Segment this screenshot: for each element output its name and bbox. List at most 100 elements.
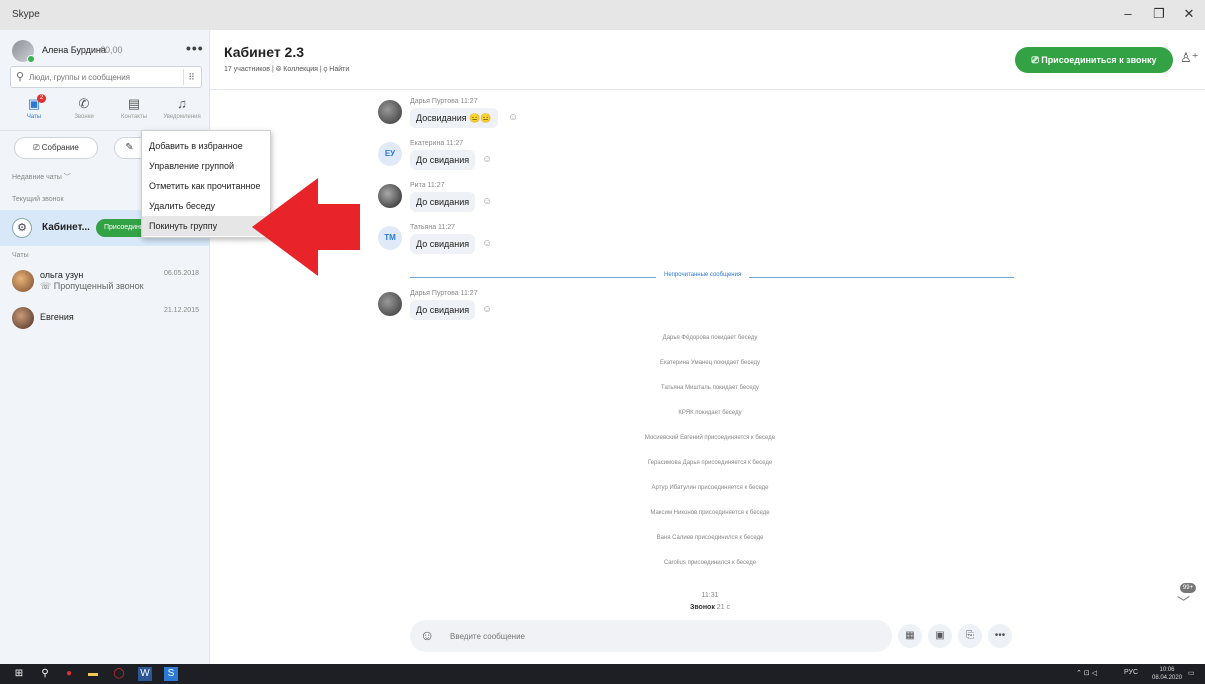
contacts-icon: ▤	[127, 96, 141, 111]
recent-chats-label[interactable]: Недавние чаты ﹀	[12, 172, 71, 182]
avatar: ТМ	[378, 226, 402, 250]
message-text[interactable]: Досвидания 😑😑	[410, 108, 498, 128]
divider	[210, 89, 1205, 90]
system-message: Carolius присоединился к беседе	[663, 560, 757, 566]
more-options-button[interactable]: •••	[186, 40, 204, 56]
message-text[interactable]: До свидания	[410, 150, 476, 170]
chat-date: 06.05.2018	[163, 270, 199, 277]
reaction-icon[interactable]: ☺	[482, 238, 492, 249]
profile-credit: €0,00	[100, 45, 123, 55]
chat-meta[interactable]: 17 участников | ⦾ Коллекция | ⚲ Найти	[224, 66, 349, 74]
yandex-browser-icon[interactable]: ●	[62, 667, 76, 681]
meeting-label: Собрание	[41, 143, 79, 152]
tab-label: Звонки	[74, 114, 94, 120]
current-call-name: Кабинет...	[42, 222, 90, 233]
page-title[interactable]: Кабинет 2.3	[224, 44, 304, 60]
call-event: Звонок 21 с	[510, 604, 910, 611]
chat-preview: ☏ Пропущенный звонок	[40, 281, 144, 291]
message-text[interactable]: До свидания	[410, 192, 476, 212]
media-gallery-icon[interactable]: ▦	[898, 624, 922, 648]
new-chat-button[interactable]: ✎	[114, 137, 144, 159]
unread-label: Непрочитанные сообщения	[656, 272, 750, 278]
phone-icon: ✆	[78, 96, 90, 111]
avatar	[12, 270, 34, 292]
avatar	[12, 307, 34, 329]
reaction-icon[interactable]: ☺	[482, 154, 492, 165]
maximize-button[interactable]: ❐	[1148, 6, 1170, 22]
tab-contacts[interactable]: ▤ Контакты	[110, 96, 158, 126]
dialpad-icon[interactable]: ⠿	[183, 69, 199, 85]
list-item[interactable]: Евгения 21.12.2015	[0, 301, 209, 335]
message-composer: ☺	[410, 620, 892, 652]
more-options-icon[interactable]: •••	[988, 624, 1012, 648]
sidebar: Алена Бурдина €0,00 ••• ⚲ ⠿ ▣ 2 Чаты ✆ З…	[0, 30, 210, 664]
online-status-icon	[27, 55, 35, 63]
skype-icon[interactable]: S	[164, 667, 178, 681]
notifications-icon[interactable]: ▭	[1188, 669, 1195, 677]
group-avatar-icon: ⚙	[12, 218, 32, 238]
call-event-label: Звонок	[689, 604, 715, 611]
video-icon: ⎚	[33, 143, 42, 152]
tab-notifications[interactable]: ♫ Уведомления	[158, 96, 206, 126]
tab-label: Уведомления	[163, 114, 201, 120]
reaction-icon[interactable]: ☺	[508, 112, 518, 123]
avatar	[378, 184, 402, 208]
red-arrow-icon	[252, 178, 360, 276]
current-call-label: Текущий звонок	[12, 196, 64, 203]
clock-time: 10:06	[1159, 667, 1175, 673]
system-message: Татьяна Мишталь покидает беседу	[661, 385, 759, 391]
opera-icon[interactable]: ◯	[112, 667, 126, 681]
add-person-icon[interactable]: ♙⁺	[1180, 50, 1199, 66]
taskbar: ⊞ ⚲ ● ▬ ◯ W S ⌃ ⊡ ◁ РУС 10:06 08.04.2020…	[0, 664, 1205, 684]
bell-icon: ♫	[177, 96, 187, 111]
minimize-button[interactable]: –	[1117, 6, 1139, 21]
taskbar-clock[interactable]: 10:06 08.04.2020	[1152, 666, 1182, 682]
search-icon: ⚲	[16, 71, 25, 83]
menu-item-leave-group[interactable]: Покинуть группу	[142, 216, 270, 236]
search-box[interactable]: ⚲ ⠿	[10, 66, 202, 88]
tab-calls[interactable]: ✆ Звонки	[60, 96, 108, 126]
avatar	[378, 292, 402, 316]
attach-file-icon[interactable]: ⎘	[958, 624, 982, 648]
menu-item-delete-chat[interactable]: Удалить беседу	[142, 196, 270, 216]
word-icon[interactable]: W	[138, 667, 152, 681]
message-text[interactable]: До свидания	[410, 234, 476, 254]
search-input[interactable]	[29, 70, 179, 85]
tab-label: Чаты	[26, 114, 42, 120]
windows-start-icon[interactable]: ⊞	[12, 667, 26, 681]
tab-label: Контакты	[121, 114, 147, 120]
message-text[interactable]: До свидания	[410, 300, 476, 320]
reaction-icon[interactable]: ☺	[482, 196, 492, 207]
join-call-button[interactable]: ⎚ Присоединиться к звонку	[1015, 47, 1173, 73]
message-author: Дарья Пуртова 11:27	[410, 290, 478, 297]
meeting-button[interactable]: ⎚ Собрание	[14, 137, 98, 159]
close-button[interactable]: ✕	[1178, 6, 1200, 22]
contact-card-icon[interactable]: ▣	[928, 624, 952, 648]
language-indicator[interactable]: РУС	[1124, 669, 1138, 676]
list-item[interactable]: ольга узун ☏ Пропущенный звонок 06.05.20…	[0, 264, 209, 298]
menu-item-add-favorite[interactable]: Добавить в избранное	[142, 136, 270, 156]
message-author: Татьяна 11:27	[410, 224, 456, 231]
chat-icon: ▣	[27, 96, 41, 111]
profile[interactable]: Алена Бурдина €0,00 •••	[12, 40, 204, 63]
search-icon[interactable]: ⚲	[38, 667, 52, 681]
message-author: Екатерина 11:27	[410, 140, 464, 147]
menu-item-mark-read[interactable]: Отметить как прочитанное	[142, 176, 270, 196]
emoji-icon[interactable]: ☺	[420, 627, 434, 643]
call-event-time: 11:31	[701, 592, 719, 599]
system-message: Мосиевский Евгений присоединяется к бесе…	[644, 435, 776, 441]
tab-chats[interactable]: ▣ 2 Чаты	[10, 94, 58, 126]
compose-icon: ✎	[125, 142, 134, 153]
chevron-down-icon[interactable]: ﹀	[1177, 592, 1190, 611]
reaction-icon[interactable]: ☺	[482, 304, 492, 315]
join-call-label: Присоединиться к звонку	[1041, 55, 1157, 65]
message-input[interactable]	[450, 629, 850, 643]
menu-item-manage-group[interactable]: Управление группой	[142, 156, 270, 176]
chats-label: Чаты	[12, 252, 29, 259]
file-explorer-icon[interactable]: ▬	[86, 667, 100, 681]
video-icon: ⎚	[1031, 55, 1042, 65]
system-message: Екатерина Уманец покидает беседу	[659, 360, 761, 366]
message-author: Дарья Пуртова 11:27	[410, 98, 478, 105]
chat-name: ольга узун	[40, 270, 84, 280]
tray-icons[interactable]: ⌃ ⊡ ◁	[1076, 669, 1097, 677]
